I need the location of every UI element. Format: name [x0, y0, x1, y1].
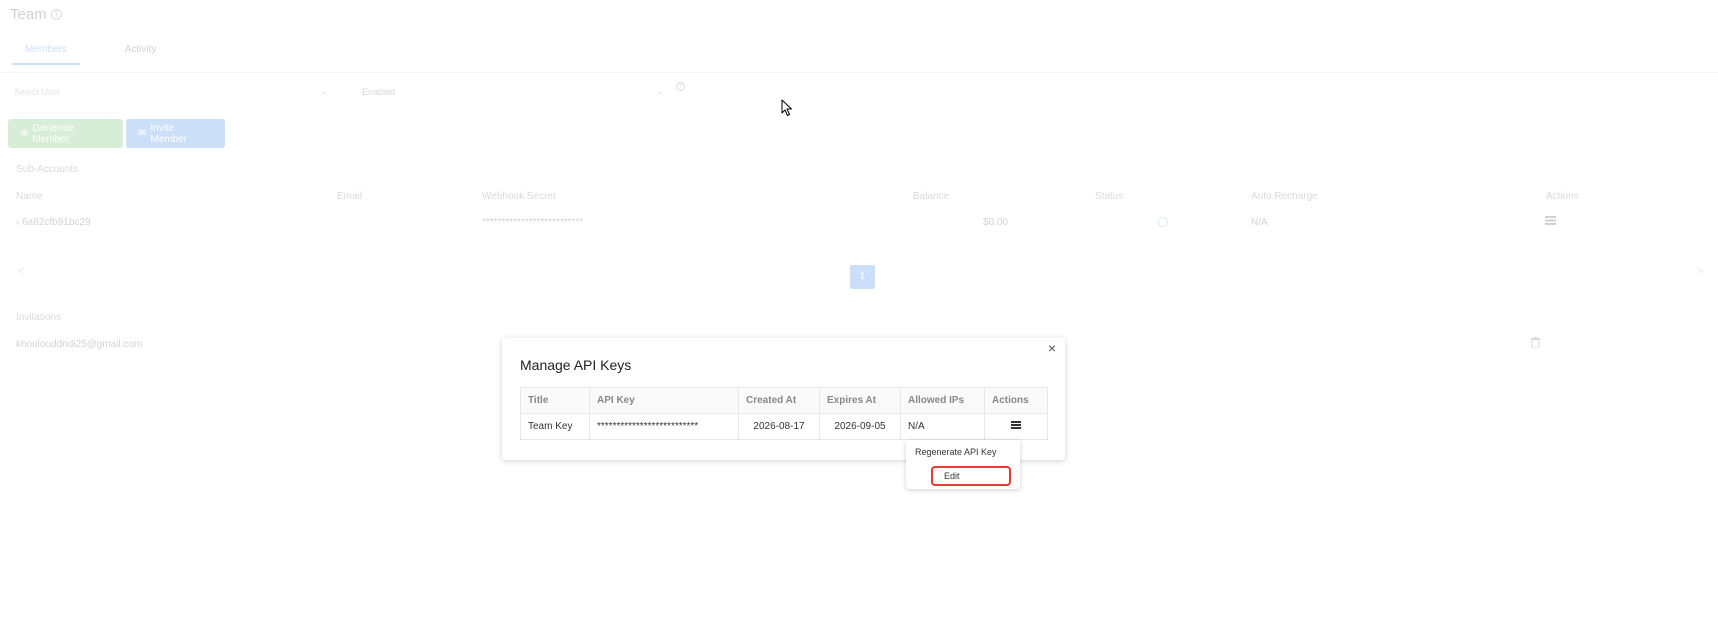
trash-icon[interactable]	[1531, 337, 1540, 351]
invite-member-label: Invite Member	[150, 122, 188, 145]
api-key-actions-cell	[984, 413, 1048, 440]
column-header-title: Title	[520, 387, 590, 414]
user-select-placeholder: Select User	[14, 87, 61, 97]
tab-divider	[0, 72, 1718, 73]
tab-activity[interactable]: Activity	[112, 44, 170, 65]
column-header-expires-at: Expires At	[819, 387, 901, 414]
api-key-allowed-ips: N/A	[900, 413, 985, 440]
api-key-value: **************************	[589, 413, 739, 440]
menu-item-edit[interactable]: Edit	[931, 466, 1011, 486]
mail-icon: ✉	[138, 128, 147, 139]
generate-member-button[interactable]: ⊕ Generate Member	[8, 119, 123, 148]
table-row[interactable]: › 6a82cfb91bc29	[16, 217, 91, 228]
chevron-down-icon: ⌄	[321, 87, 328, 96]
column-header-webhook-secret: Webhook Secret	[482, 191, 556, 202]
column-header-created-at: Created At	[738, 387, 820, 414]
column-header-status: Status	[1095, 191, 1124, 202]
api-key-expires-at: 2026-09-05	[819, 413, 901, 440]
list-icon[interactable]	[1011, 421, 1021, 432]
team-page-background: Team ? Members Activity Select User ⌄ En…	[0, 0, 1718, 626]
sub-account-auto-recharge: N/A	[1251, 217, 1268, 228]
page-title: Team ?	[10, 6, 62, 23]
invitations-title: Invitations	[16, 312, 62, 323]
api-key-title: Team Key	[520, 413, 590, 440]
close-icon[interactable]: ×	[1045, 341, 1059, 355]
column-header-actions: Actions	[1546, 191, 1579, 202]
api-keys-table: Title API Key Created At Expires At Allo…	[520, 387, 1048, 440]
column-header-allowed-ips: Allowed IPs	[900, 387, 985, 414]
pagination-page-1[interactable]: 1	[850, 265, 875, 289]
chevron-down-icon: ⌄	[657, 87, 664, 96]
mouse-pointer-icon	[781, 99, 793, 120]
plus-circle-icon: ⊕	[20, 128, 29, 139]
invite-member-button[interactable]: ✉ Invite Member	[126, 119, 225, 148]
column-header-name: Name	[16, 191, 43, 202]
sub-accounts-title: Sub-Accounts	[16, 164, 79, 175]
tab-members[interactable]: Members	[12, 44, 80, 65]
status-select-value: Enabled	[362, 87, 396, 97]
user-select[interactable]: Select User ⌄	[14, 87, 328, 97]
filter-help-icon[interactable]: ?	[676, 82, 685, 91]
page-title-text: Team	[10, 6, 47, 23]
sub-account-balance: $0.00	[983, 217, 1009, 228]
status-toggle[interactable]	[1158, 217, 1168, 227]
status-select[interactable]: Enabled ⌄	[362, 87, 664, 97]
column-header-balance: Balance	[913, 191, 950, 202]
list-icon[interactable]	[1545, 216, 1556, 228]
pagination-prev-button[interactable]: <	[18, 266, 24, 277]
column-header-email: Email	[337, 191, 363, 202]
menu-item-regenerate-api-key[interactable]: Regenerate API Key	[915, 447, 997, 457]
sub-account-name: 6a82cfb91bc29	[22, 217, 91, 228]
sub-account-webhook-secret: **************************	[482, 217, 584, 228]
table-header-row: Title API Key Created At Expires At Allo…	[520, 387, 1048, 414]
generate-member-label: Generate Member	[32, 122, 75, 145]
api-key-created-at: 2026-08-17	[738, 413, 820, 440]
column-header-auto-recharge: Auto Recharge	[1251, 191, 1318, 202]
invitation-email: khoulouddridi25@gmail.com	[16, 339, 143, 350]
help-circle-icon[interactable]: ?	[50, 9, 62, 20]
modal-title: Manage API Keys	[520, 357, 632, 373]
column-header-actions: Actions	[984, 387, 1048, 414]
actions-dropdown-menu: Regenerate API Key Edit	[906, 440, 1020, 489]
expand-chevron-icon[interactable]: ›	[16, 217, 19, 228]
table-row: Team Key ************************** 2026…	[520, 413, 1048, 440]
column-header-api-key: API Key	[589, 387, 739, 414]
tab-bar: Members Activity	[12, 44, 169, 65]
pagination-next-button[interactable]: >	[1697, 266, 1703, 277]
